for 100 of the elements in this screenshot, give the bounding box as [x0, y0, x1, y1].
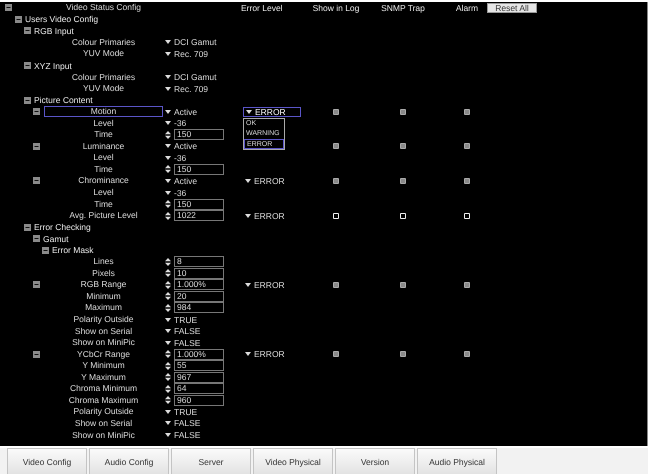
parameter-label: Avg. Picture Level	[68, 211, 139, 220]
checkbox[interactable]	[400, 178, 406, 184]
spinner-icon[interactable]	[165, 165, 171, 174]
number-field[interactable]: 960	[174, 394, 224, 406]
number-field[interactable]: 64	[174, 383, 224, 394]
number-field[interactable]: 20	[174, 290, 224, 302]
checkbox[interactable]	[464, 178, 470, 184]
number-field[interactable]: 55	[174, 360, 224, 372]
dropdown[interactable]: TRUE	[165, 406, 198, 417]
checkbox[interactable]	[400, 143, 406, 150]
spinner-icon[interactable]	[165, 384, 171, 393]
checkbox[interactable]	[333, 178, 339, 184]
spinner-icon[interactable]	[165, 304, 171, 312]
error-level-dropdown[interactable]: ERROR	[243, 106, 301, 117]
checkbox[interactable]	[464, 282, 470, 288]
spinner-icon[interactable]	[165, 373, 171, 382]
number-field[interactable]: 984	[174, 302, 224, 314]
parameter-label: Chroma Maximum	[68, 396, 140, 405]
dropdown[interactable]: Active	[165, 176, 198, 186]
tree-item[interactable]: Error Mask	[52, 245, 94, 256]
dropdown[interactable]: Active	[165, 141, 198, 152]
spinner-icon[interactable]	[165, 130, 171, 139]
number-field[interactable]: 1.000%	[174, 279, 224, 290]
number-field[interactable]: 967	[174, 372, 224, 383]
caret-icon	[165, 410, 171, 414]
collapse-icon[interactable]	[24, 62, 31, 69]
spinner-icon[interactable]	[165, 396, 171, 404]
dropdown[interactable]: -36	[165, 152, 186, 163]
number-field[interactable]: 150	[174, 129, 224, 140]
parameter-label: Y Minimum	[81, 361, 126, 370]
error-level-dropdown[interactable]: ERROR	[243, 176, 287, 186]
number-field[interactable]: 8	[174, 256, 224, 268]
collapse-icon[interactable]	[24, 27, 31, 34]
number-field[interactable]: 1.000%	[174, 348, 224, 360]
tree-item[interactable]: Gamut	[43, 234, 69, 244]
collapse-icon[interactable]	[5, 4, 12, 12]
tree-item[interactable]: Error Checking	[34, 222, 91, 232]
collapse-icon[interactable]	[24, 96, 31, 104]
checkbox[interactable]	[333, 282, 339, 288]
spinner-icon[interactable]	[165, 269, 171, 278]
error-level-dropdown[interactable]: ERROR	[243, 349, 287, 360]
dropdown[interactable]: FALSE	[165, 418, 200, 428]
collapse-icon[interactable]	[33, 177, 40, 184]
spinner-icon[interactable]	[165, 212, 171, 220]
dropdown[interactable]: TRUE	[165, 314, 198, 325]
checkbox[interactable]	[333, 143, 339, 150]
tab[interactable]: Audio Config	[89, 448, 169, 474]
dropdown[interactable]: -36	[165, 118, 186, 128]
dropdown[interactable]: DCI Gamut	[165, 72, 217, 82]
dropdown[interactable]: Rec. 709	[165, 84, 208, 94]
dropdown[interactable]: DCI Gamut	[165, 37, 217, 48]
spinner-icon[interactable]	[165, 280, 171, 289]
dropdown[interactable]: FALSE	[165, 430, 200, 440]
caret-icon	[165, 433, 171, 437]
parameter-label: Motion	[44, 106, 163, 118]
tab[interactable]: Version	[335, 448, 415, 474]
tab[interactable]: Video Physical	[253, 448, 333, 474]
parameter-label: Show on MiniPic	[71, 338, 136, 348]
dropdown[interactable]: -36	[165, 188, 186, 198]
parameter-label: Time	[93, 130, 114, 140]
collapse-icon[interactable]	[33, 235, 40, 242]
checkbox[interactable]	[333, 351, 339, 358]
dropdown[interactable]: FALSE	[165, 326, 200, 336]
tree-item[interactable]: RGB Input	[34, 26, 74, 36]
collapse-icon[interactable]	[15, 16, 22, 23]
reset-all-button[interactable]: Reset All	[487, 2, 537, 13]
dropdown[interactable]: Rec. 709	[165, 48, 208, 59]
number-field[interactable]: 150	[174, 164, 224, 175]
spinner-icon[interactable]	[165, 258, 171, 266]
number-field[interactable]: 1022	[174, 210, 224, 222]
tab[interactable]: Server	[171, 448, 251, 474]
number-field[interactable]: 10	[174, 268, 224, 279]
spinner-icon[interactable]	[165, 350, 171, 358]
collapse-icon[interactable]	[33, 108, 40, 116]
spinner-icon[interactable]	[165, 362, 171, 370]
dropdown[interactable]: FALSE	[165, 338, 200, 348]
checkbox[interactable]	[464, 143, 470, 150]
spinner-icon[interactable]	[165, 292, 171, 300]
checkbox[interactable]	[400, 282, 406, 288]
checkbox[interactable]	[464, 108, 470, 115]
tree-item[interactable]: Users Video Config	[25, 14, 98, 24]
checkbox[interactable]	[464, 351, 470, 358]
parameter-label: Chroma Minimum	[68, 384, 138, 394]
collapse-icon[interactable]	[42, 246, 49, 254]
tree-item[interactable]: Picture Content	[34, 95, 93, 106]
error-level-dropdown[interactable]: ERROR	[243, 280, 287, 290]
collapse-icon[interactable]	[24, 224, 31, 231]
collapse-icon[interactable]	[33, 350, 40, 358]
checkbox[interactable]	[400, 351, 406, 358]
tab[interactable]: Audio Physical	[417, 448, 497, 474]
collapse-icon[interactable]	[33, 281, 40, 288]
spinner-icon[interactable]	[165, 200, 171, 208]
number-field[interactable]: 150	[174, 198, 224, 210]
tab[interactable]: Video Config	[7, 448, 87, 474]
tree-item[interactable]: XYZ Input	[34, 60, 72, 70]
dropdown[interactable]: Active	[165, 106, 198, 117]
collapse-icon[interactable]	[33, 142, 40, 150]
error-level-dropdown[interactable]: ERROR	[243, 210, 287, 221]
checkbox[interactable]	[400, 108, 406, 115]
checkbox[interactable]	[333, 108, 339, 115]
